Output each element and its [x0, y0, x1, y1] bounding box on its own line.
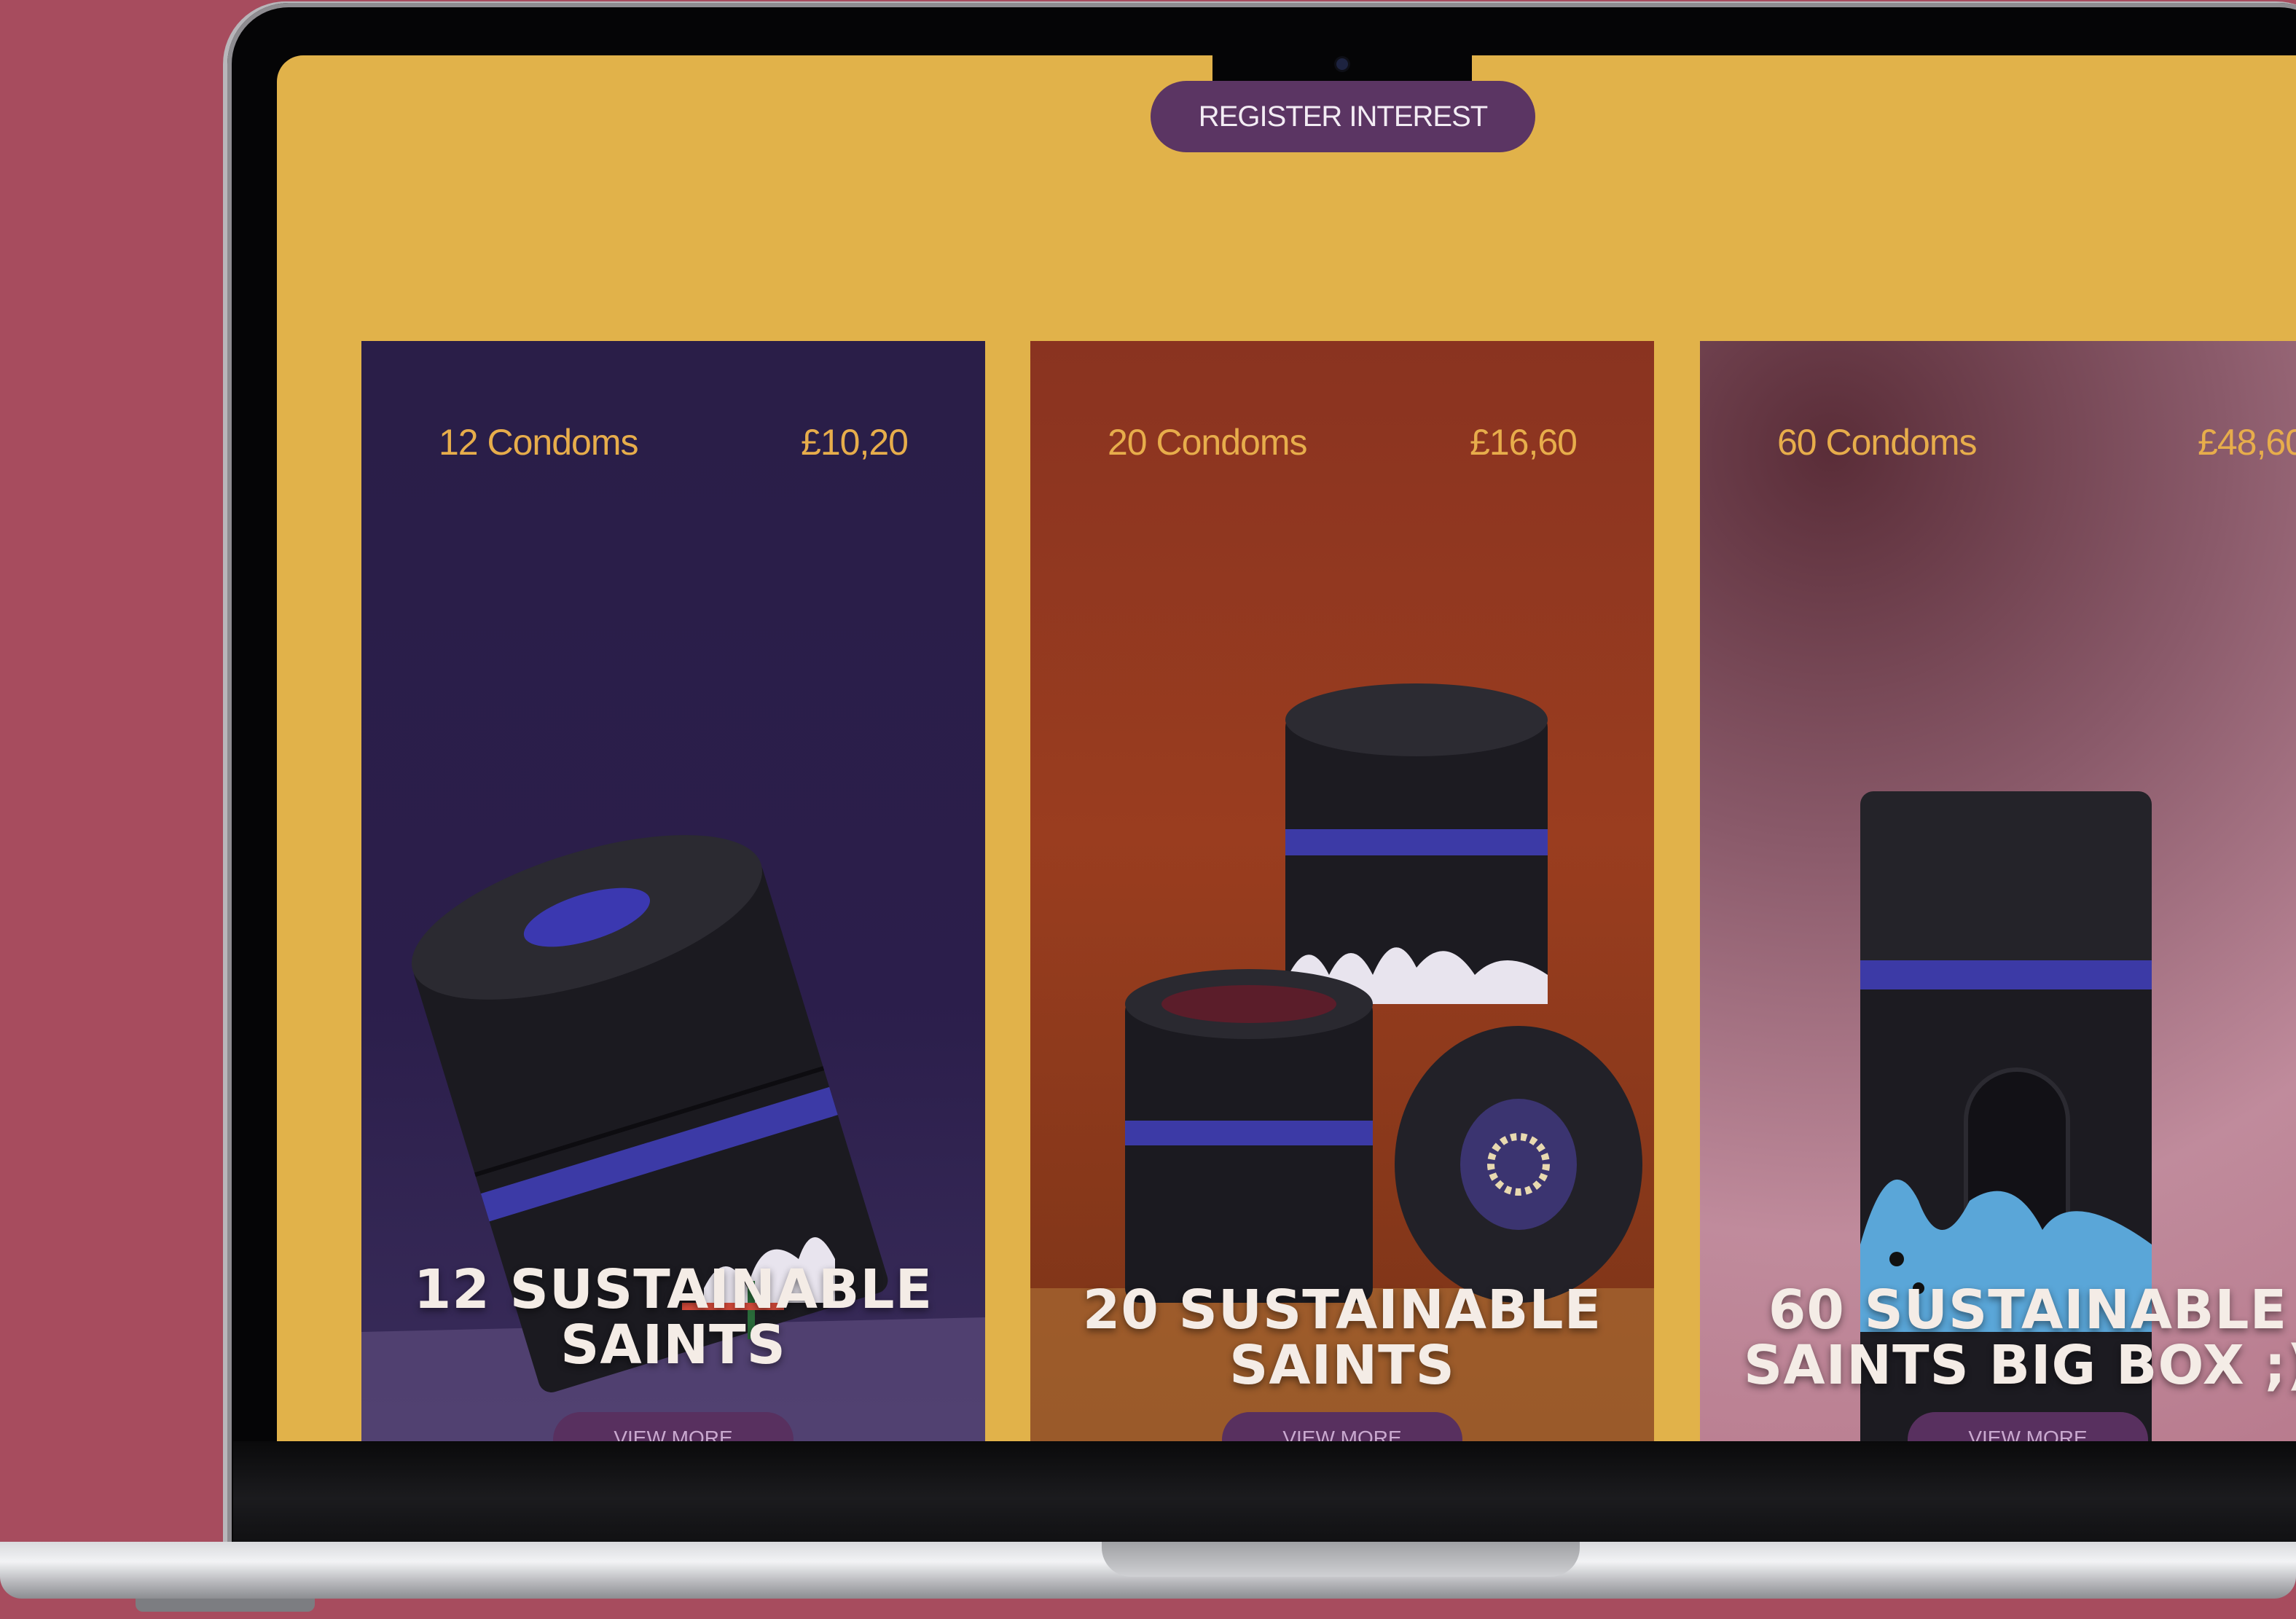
product-image — [1860, 791, 2152, 1441]
view-more-button[interactable]: VIEW MORE — [1908, 1412, 2148, 1441]
product-title: 60 SUSTAINABLE SAINTS BIG BOX ;) — [1744, 1279, 2296, 1397]
view-more-button[interactable]: VIEW MORE — [553, 1412, 794, 1441]
product-card-60[interactable]: 60 Condoms £48,60 60 SUSTAINABLE SAINTS … — [1700, 341, 2296, 1441]
product-image — [1030, 683, 1654, 1441]
view-more-button[interactable]: VIEW MORE — [1222, 1412, 1462, 1441]
screen-bezel-bottom — [233, 1441, 2296, 1545]
product-card-12[interactable]: 12 Condoms £10,20 12 SUSTAINABLE SAINTS … — [361, 341, 985, 1441]
camera-icon — [1336, 58, 1348, 70]
register-interest-button[interactable]: REGISTER INTEREST — [1151, 81, 1535, 152]
product-title: 12 SUSTAINABLE SAINTS — [413, 1258, 933, 1376]
laptop-base-notch — [1102, 1542, 1580, 1577]
product-card-20[interactable]: 20 Condoms £16,60 20 SUSTAINABLE SAINTS … — [1030, 341, 1654, 1441]
product-title: 20 SUSTAINABLE SAINTS — [1082, 1279, 1602, 1397]
laptop-foot — [136, 1599, 315, 1612]
